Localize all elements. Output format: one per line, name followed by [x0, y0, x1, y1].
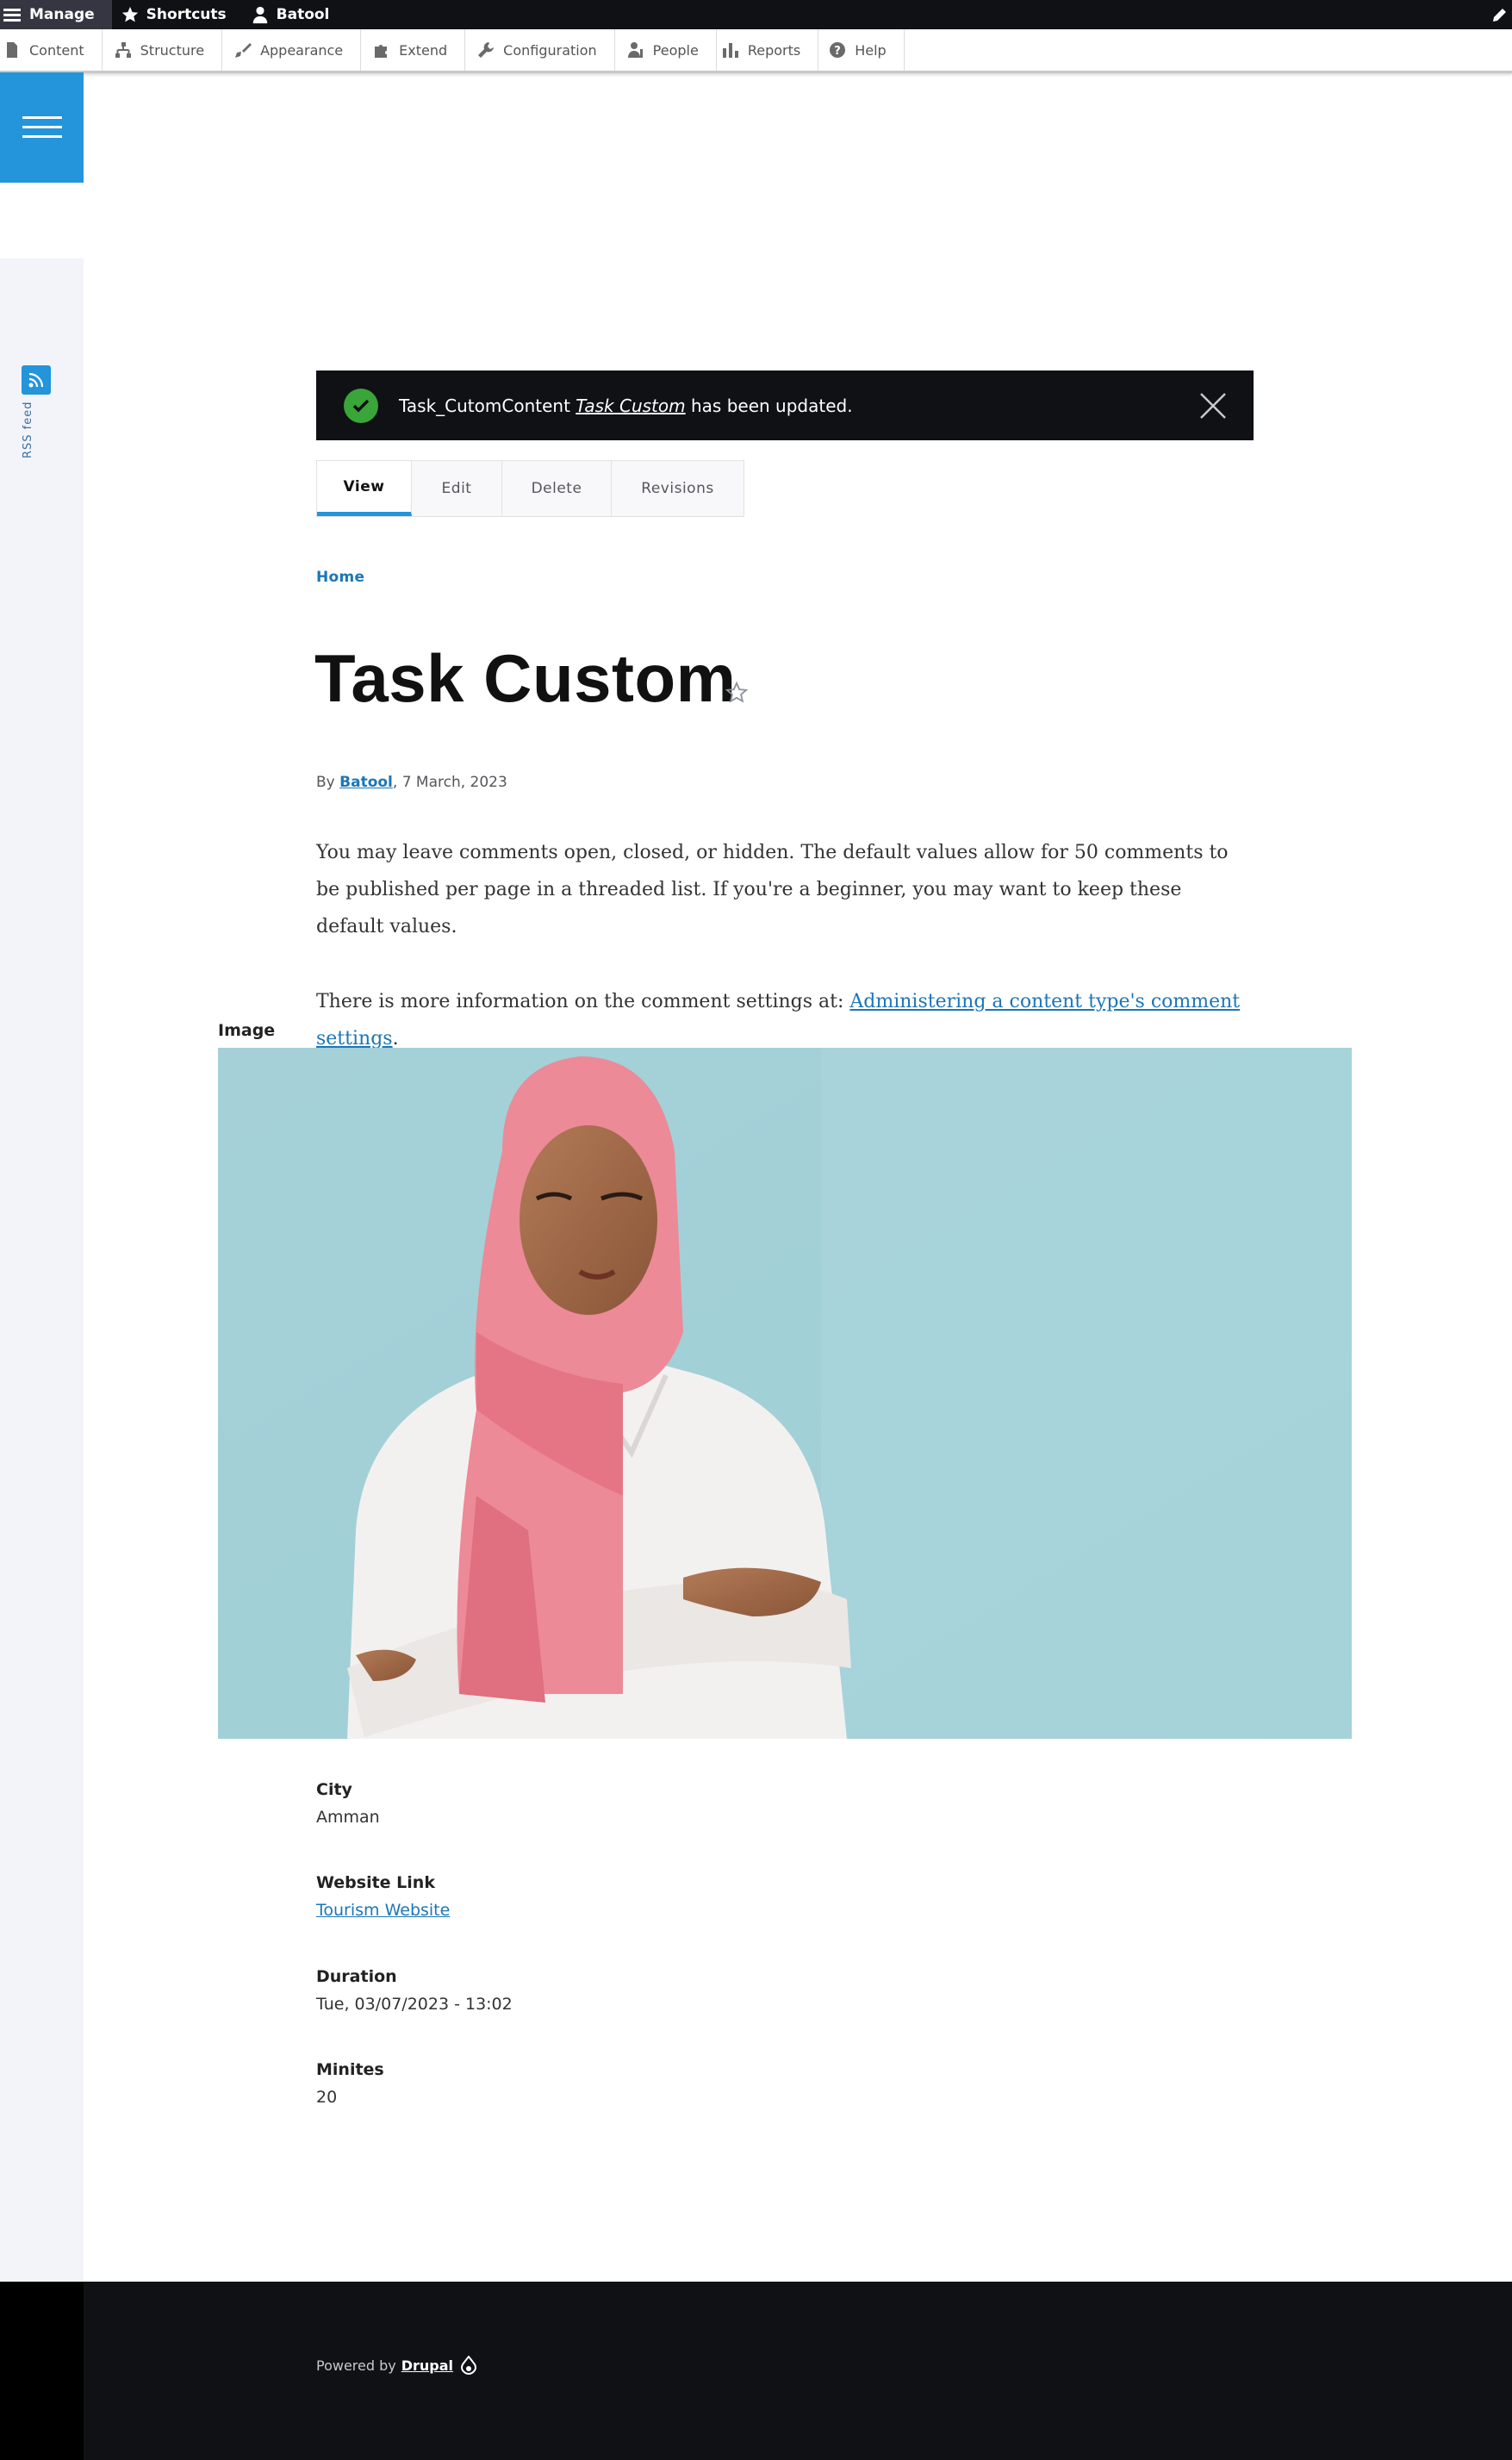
tray-configuration[interactable]: Configuration [465, 29, 615, 71]
status-message: Task_CutomContent Task Custom has been u… [316, 371, 1254, 440]
tray-content[interactable]: Content [0, 29, 103, 71]
bar-chart-icon [722, 43, 738, 58]
tray-structure-label: Structure [140, 41, 205, 59]
close-icon[interactable] [1198, 391, 1228, 420]
star-icon [121, 6, 138, 22]
node-meta: By Batool, 7 March, 2023 [316, 774, 507, 791]
structure-icon [115, 42, 131, 58]
tab-revisions[interactable]: Revisions [612, 461, 744, 516]
powered-by-label: Powered by [316, 2357, 396, 2374]
body-p2-prefix: There is more information on the comment… [316, 991, 850, 1012]
tray-help[interactable]: ? Help [818, 29, 905, 71]
tab-edit[interactable]: Edit [412, 461, 502, 516]
city-field: City Amman [316, 1780, 380, 1827]
tab-view[interactable]: View [317, 461, 412, 516]
city-label: City [316, 1780, 352, 1799]
paintbrush-icon [235, 43, 252, 58]
status-node-link[interactable]: Task Custom [576, 395, 685, 416]
svg-text:?: ? [834, 45, 841, 58]
tab-delete[interactable]: Delete [502, 461, 612, 516]
status-prefix: Task_CutomContent [399, 395, 570, 416]
tray-people[interactable]: People [615, 29, 717, 71]
powered-by: Powered by Drupal [316, 2356, 477, 2375]
website-field: Website Link Tourism Website [316, 1873, 450, 1920]
admin-toolbar: Manage Shortcuts Batool [0, 0, 1512, 29]
rss-feed-link[interactable]: RSS feed [22, 365, 51, 469]
breadcrumb: Home [316, 569, 364, 586]
admin-tray: Content Structure Appearance Extend Conf… [0, 29, 1512, 73]
user-icon [252, 6, 267, 24]
shortcuts-label: Shortcuts [146, 6, 227, 23]
duration-value: Tue, 03/07/2023 - 13:02 [316, 1995, 513, 2014]
star-icon[interactable] [725, 681, 749, 705]
minutes-field: Minites 20 [316, 2060, 384, 2107]
local-tasks-tabs: View Edit Delete Revisions [316, 460, 744, 517]
user-label: Batool [276, 6, 330, 23]
city-value: Amman [316, 1808, 380, 1827]
body-paragraph-1: You may leave comments open, closed, or … [316, 842, 1229, 937]
minutes-value: 20 [316, 2088, 338, 2107]
hamburger-icon [22, 116, 62, 138]
tray-reports-label: Reports [747, 41, 801, 59]
status-text: Task_CutomContent Task Custom has been u… [399, 395, 853, 416]
drupal-drop-icon [461, 2356, 477, 2375]
user-button[interactable]: Batool [242, 0, 345, 29]
edit-pencil-icon[interactable] [1488, 0, 1512, 29]
hamburger-icon [3, 9, 21, 22]
tray-help-label: Help [855, 41, 887, 59]
checkmark-icon [344, 388, 378, 423]
meta-date: , 7 March, 2023 [392, 774, 507, 791]
wrench-icon [478, 42, 495, 58]
tray-structure[interactable]: Structure [103, 29, 223, 71]
image-field-label: Image [218, 1021, 276, 1040]
duration-field: Duration Tue, 03/07/2023 - 13:02 [316, 1967, 513, 2014]
tray-configuration-label: Configuration [503, 41, 597, 59]
node-image [218, 1048, 1352, 1739]
breadcrumb-home[interactable]: Home [316, 569, 364, 586]
tray-content-label: Content [29, 41, 84, 59]
page-title: Task Custom [314, 640, 737, 716]
footer: Powered by Drupal [84, 2282, 1512, 2460]
manage-button[interactable]: Manage [0, 0, 112, 29]
tray-people-label: People [652, 41, 699, 59]
duration-label: Duration [316, 1967, 397, 1986]
rss-feed-label: RSS feed [22, 401, 34, 459]
tray-extend[interactable]: Extend [361, 29, 466, 71]
tray-reports[interactable]: Reports [717, 29, 819, 71]
tray-appearance[interactable]: Appearance [222, 29, 362, 71]
body-paragraph-2: There is more information on the comment… [316, 983, 1254, 1057]
shortcuts-button[interactable]: Shortcuts [112, 0, 242, 29]
main-menu-toggle[interactable] [0, 72, 84, 183]
help-icon: ? [830, 42, 846, 58]
tray-appearance-label: Appearance [260, 41, 344, 59]
website-link[interactable]: Tourism Website [316, 1901, 450, 1920]
author-link[interactable]: Batool [339, 774, 393, 791]
status-suffix: has been updated. [690, 395, 853, 416]
document-icon [7, 42, 17, 58]
minutes-label: Minites [316, 2060, 384, 2079]
tray-extend-label: Extend [399, 41, 448, 59]
footer-rail [0, 2282, 84, 2460]
meta-by: By [316, 774, 335, 791]
woman-in-hijab-photo [218, 1048, 1352, 1739]
puzzle-icon [375, 45, 388, 58]
drupal-link[interactable]: Drupal [401, 2357, 453, 2374]
manage-label: Manage [29, 6, 95, 23]
people-icon [627, 42, 643, 58]
website-label: Website Link [316, 1873, 435, 1892]
body-p2-suffix: . [392, 1028, 399, 1049]
